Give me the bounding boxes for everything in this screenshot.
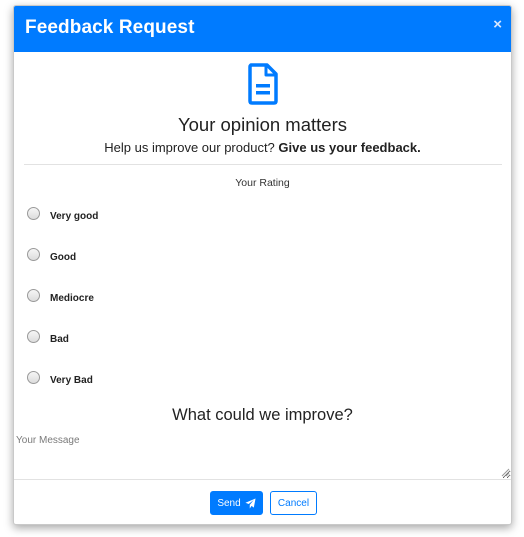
rating-option-label: Very Bad — [50, 375, 93, 386]
rating-label: Your Rating — [235, 177, 290, 189]
subheadline-text: Help us improve our product? — [104, 140, 275, 155]
radio-button[interactable] — [27, 248, 40, 261]
rating-option-label: Mediocre — [50, 293, 94, 304]
radio-button[interactable] — [27, 371, 40, 384]
send-button[interactable]: Send — [210, 491, 263, 515]
file-text-icon — [248, 63, 278, 105]
footer-divider — [14, 479, 511, 480]
modal-title: Feedback Request — [25, 17, 195, 38]
divider — [24, 164, 502, 165]
radio-button[interactable] — [27, 330, 40, 343]
improve-heading: What could we improve? — [172, 406, 353, 424]
modal-header: Feedback Request × — [14, 6, 511, 52]
rating-option-label: Very good — [50, 211, 99, 222]
close-button[interactable]: × — [493, 17, 502, 33]
rating-option-label: Good — [50, 252, 77, 263]
paper-plane-icon — [245, 497, 256, 509]
feedback-modal: Feedback Request × Your opinion matters … — [13, 5, 512, 525]
subheadline: Help us improve our product? Give us you… — [14, 140, 511, 155]
cancel-button[interactable]: Cancel — [270, 491, 317, 515]
radio-button[interactable] — [27, 289, 40, 302]
message-textarea[interactable] — [15, 433, 511, 479]
rating-option-label: Bad — [50, 334, 69, 345]
headline: Your opinion matters — [177, 114, 347, 135]
send-label: Send — [217, 497, 241, 509]
subheadline-bold: Give us your feedback. — [278, 140, 421, 155]
radio-button[interactable] — [27, 207, 40, 220]
resize-grip-icon[interactable] — [501, 468, 510, 477]
